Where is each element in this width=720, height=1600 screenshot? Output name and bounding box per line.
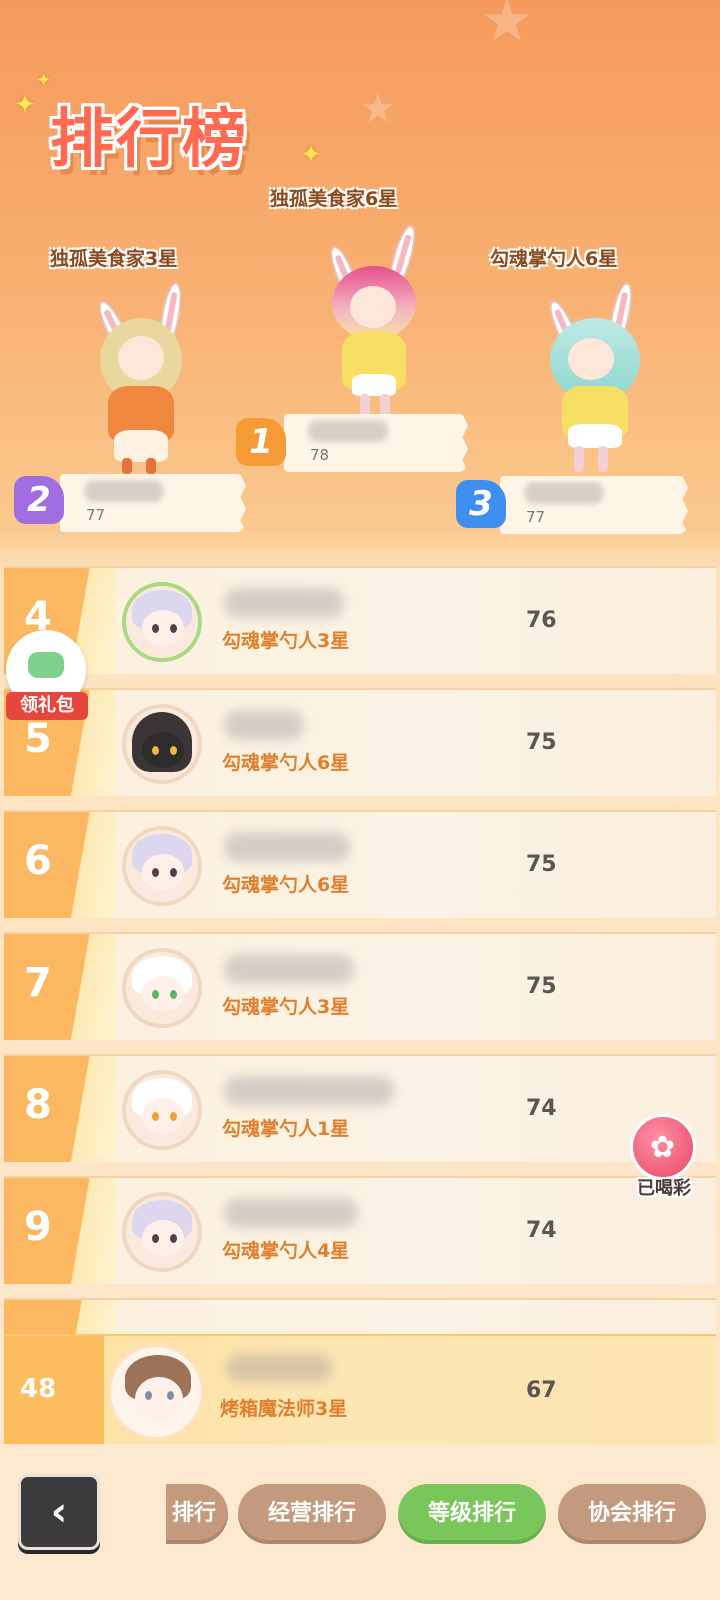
- cheer-label: 已喝彩: [637, 1178, 691, 1199]
- sparkle-icon: ✦: [14, 90, 36, 120]
- row-rank: 5: [24, 716, 52, 762]
- player-name-redacted: [224, 1198, 358, 1228]
- avatar[interactable]: [122, 1070, 202, 1150]
- my-avatar[interactable]: [108, 1344, 204, 1440]
- ranking-row[interactable]: 6 勾魂掌勺人6星 75: [4, 810, 716, 918]
- sparkle-icon: ✦: [300, 140, 322, 170]
- row-score: 75: [526, 974, 557, 999]
- back-button[interactable]: ‹: [18, 1474, 100, 1550]
- player-name-redacted: [224, 1076, 394, 1106]
- back-arrow-icon: ‹: [50, 1489, 68, 1535]
- player-name-redacted: [308, 420, 388, 442]
- podium-score-3: 77: [526, 508, 546, 526]
- player-name-redacted: [224, 832, 350, 862]
- podium-character-2[interactable]: [90, 280, 200, 478]
- cheer-button[interactable]: ✿ 已喝彩: [622, 1114, 706, 1204]
- podium-title-2: 独孤美食家3星: [50, 248, 178, 270]
- row-score: 74: [526, 1096, 557, 1121]
- row-score: 75: [526, 852, 557, 877]
- podium-title-3: 勾魂掌勺人6星: [490, 248, 618, 270]
- ranking-row[interactable]: 4 勾魂掌勺人3星 76: [4, 566, 716, 674]
- avatar[interactable]: [122, 704, 202, 784]
- podium-score-2: 77: [86, 506, 106, 524]
- podium-character-3[interactable]: [540, 280, 660, 478]
- row-title: 勾魂掌勺人3星: [222, 996, 350, 1018]
- gamepad-icon: [28, 652, 64, 678]
- avatar[interactable]: [122, 948, 202, 1028]
- gift-pack-button[interactable]: 领礼包: [2, 630, 88, 720]
- my-score: 67: [526, 1378, 557, 1403]
- ranking-row[interactable]: 5 勾魂掌勺人6星 75: [4, 688, 716, 796]
- tab-level-ranking[interactable]: 等级排行: [398, 1484, 546, 1544]
- player-name-redacted: [224, 710, 304, 740]
- rank-badge-1: 1: [236, 418, 286, 466]
- avatar[interactable]: [122, 1192, 202, 1272]
- podium-plate-3[interactable]: 77: [500, 476, 688, 534]
- row-title: 勾魂掌勺人6星: [222, 752, 350, 774]
- podium-score-1: 78: [310, 446, 330, 464]
- party-popper-icon: ✿: [650, 1130, 676, 1165]
- page-title: 排行榜: [50, 103, 248, 177]
- row-score: 75: [526, 730, 557, 755]
- player-name-redacted: [224, 954, 354, 984]
- tab-guild-ranking[interactable]: 协会排行: [558, 1484, 706, 1544]
- header: ✦ ✦ 排行榜 ✦: [14, 70, 334, 180]
- rank-badge-2: 2: [14, 476, 64, 524]
- row-title: 勾魂掌勺人3星: [222, 630, 350, 652]
- ranking-row[interactable]: 8 勾魂掌勺人1星 74: [4, 1054, 716, 1162]
- player-name-redacted: [524, 482, 604, 504]
- ranking-row-partial: [4, 1298, 716, 1338]
- rank-badge-3: 3: [456, 480, 506, 528]
- podium-plate-1[interactable]: 78: [284, 414, 468, 472]
- row-title: 勾魂掌勺人1星: [222, 1118, 350, 1140]
- player-name-redacted: [226, 1354, 332, 1382]
- row-title: 勾魂掌勺人4星: [222, 1240, 350, 1262]
- podium-title-1: 独孤美食家6星: [270, 188, 398, 210]
- my-rank: 48: [20, 1374, 57, 1404]
- row-rank: 6: [24, 838, 52, 884]
- row-rank: 7: [24, 960, 52, 1006]
- ranking-row[interactable]: 9 勾魂掌勺人4星 74: [4, 1176, 716, 1284]
- my-title: 烤箱魔法师3星: [220, 1398, 348, 1420]
- tab-ranking-partial[interactable]: 排行: [166, 1484, 228, 1544]
- avatar[interactable]: [122, 826, 202, 906]
- star-decoration-icon: ★: [360, 86, 396, 132]
- player-name-redacted: [84, 480, 164, 502]
- row-rank: 8: [24, 1082, 52, 1128]
- row-score: 74: [526, 1218, 557, 1243]
- avatar[interactable]: [122, 582, 202, 662]
- ranking-row[interactable]: 7 勾魂掌勺人3星 75: [4, 932, 716, 1040]
- my-ranking-row[interactable]: 48 烤箱魔法师3星 67: [4, 1334, 716, 1444]
- podium-character-1[interactable]: [318, 222, 438, 420]
- row-title: 勾魂掌勺人6星: [222, 874, 350, 896]
- row-score: 76: [526, 608, 557, 633]
- podium-plate-2[interactable]: 77: [60, 474, 246, 532]
- row-rank: 9: [24, 1204, 52, 1250]
- gift-pack-label: 领礼包: [6, 692, 88, 720]
- sparkle-icon: ✦: [36, 70, 52, 91]
- tab-business-ranking[interactable]: 经营排行: [238, 1484, 386, 1544]
- star-decoration-icon: ★: [480, 0, 534, 56]
- player-name-redacted: [224, 588, 344, 618]
